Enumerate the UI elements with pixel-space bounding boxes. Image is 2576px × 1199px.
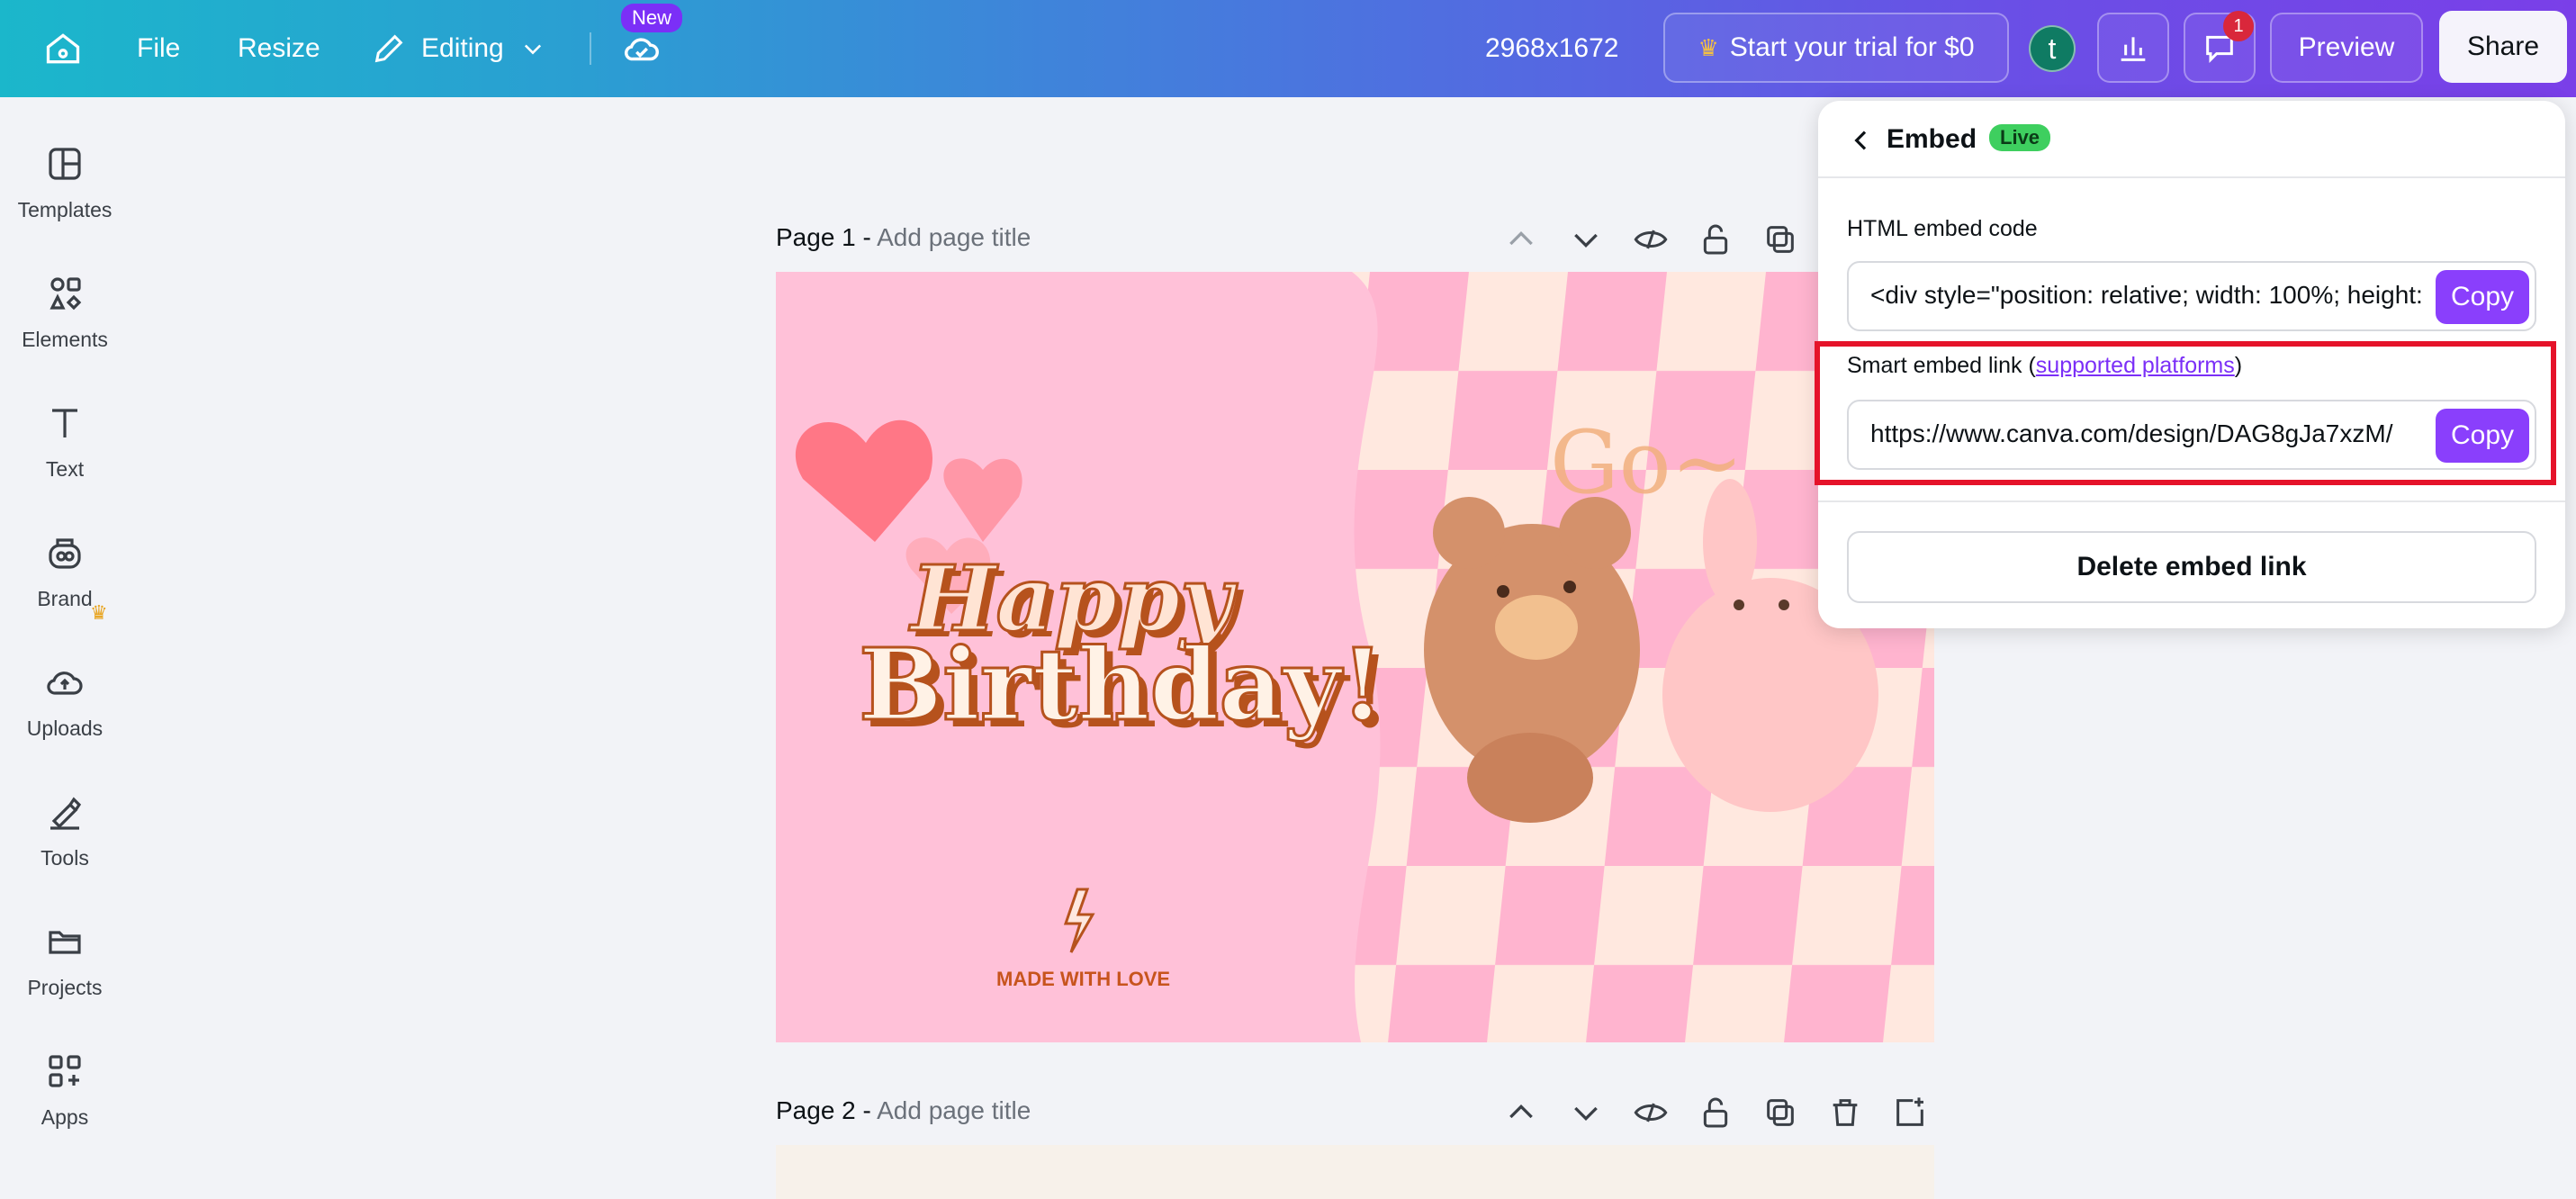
elements-icon	[50, 277, 82, 311]
sidebar-item-label: Apps	[41, 1105, 89, 1129]
birthday-text: Birthday!	[859, 627, 1384, 743]
preview-button[interactable]: Preview	[2270, 13, 2423, 83]
home-button[interactable]	[43, 0, 83, 97]
insights-button[interactable]	[2097, 13, 2169, 83]
sidebar-item-tools[interactable]: Tools	[0, 754, 130, 871]
text-icon	[52, 409, 77, 437]
back-chevron-icon[interactable]	[1847, 126, 1876, 155]
sidebar-item-label: Tools	[41, 846, 89, 870]
sidebar-item-label: Elements	[22, 328, 108, 351]
trial-label: Start your trial for $0	[1729, 32, 1975, 62]
hide-page-icon[interactable]	[1633, 1095, 1669, 1131]
new-badge: New	[621, 4, 683, 32]
sidebar: Templates Elements Text Brand ♛ Uploads …	[0, 97, 130, 1190]
tools-icon	[50, 797, 82, 830]
add-page-icon[interactable]	[1892, 1095, 1928, 1131]
divider	[1818, 500, 2565, 502]
home-icon	[46, 33, 80, 64]
duplicate-icon[interactable]	[1762, 1095, 1798, 1131]
sidebar-item-elements[interactable]: Elements	[0, 236, 130, 353]
sidebar-item-label: Templates	[17, 198, 113, 221]
copy-html-button[interactable]: Copy	[2436, 270, 2529, 324]
chevron-down-icon[interactable]	[1568, 221, 1604, 257]
trash-icon[interactable]	[1827, 1095, 1863, 1131]
lightning-icon	[1063, 888, 1095, 953]
birthday-card-artwork: Go~ Happy Happy Birthday! Birthday! MADE…	[795, 272, 1934, 1042]
templates-icon	[49, 148, 81, 180]
crown-icon: ♛	[1698, 33, 1719, 61]
page-2-canvas[interactable]	[776, 1145, 1934, 1199]
page-title-placeholder: Add page title	[877, 1096, 1031, 1124]
editing-label: Editing	[421, 33, 504, 63]
divider	[590, 32, 591, 65]
page-1-title[interactable]: Page 1 - Add page title	[776, 223, 1031, 252]
heart-shape	[795, 419, 932, 542]
delete-embed-link-button[interactable]: Delete embed link	[1847, 531, 2536, 603]
lock-icon[interactable]	[1698, 221, 1734, 257]
page-1-canvas[interactable]: Go~ Happy Happy Birthday! Birthday! MADE…	[776, 272, 1934, 1042]
editing-mode-dropdown[interactable]: Editing	[371, 0, 545, 97]
heart-shape	[943, 458, 1022, 542]
apps-icon	[49, 1055, 81, 1087]
embed-panel-header: Embed Live	[1818, 101, 2565, 178]
page-2-title[interactable]: Page 2 - Add page title	[776, 1096, 1031, 1125]
html-embed-value[interactable]: <div style="position: relative; width: 1…	[1870, 281, 2428, 310]
page-label: Page 1 -	[776, 223, 871, 251]
sidebar-item-uploads[interactable]: Uploads	[0, 625, 130, 742]
file-menu[interactable]: File	[137, 0, 180, 97]
sidebar-item-brand[interactable]: Brand	[0, 495, 130, 612]
page-label: Page 2 -	[776, 1096, 871, 1124]
sidebar-item-apps[interactable]: Apps	[0, 1014, 130, 1131]
live-badge: Live	[1989, 124, 2051, 151]
sidebar-item-projects[interactable]: Projects	[0, 884, 130, 1001]
design-dimensions: 2968x1672	[1485, 33, 1619, 63]
folder-icon	[49, 931, 81, 954]
uploads-icon	[47, 672, 83, 695]
html-embed-label: HTML embed code	[1847, 216, 2038, 241]
cloud-check-icon	[625, 38, 659, 61]
resize-button[interactable]: Resize	[238, 0, 320, 97]
chevron-up-icon[interactable]	[1503, 221, 1539, 257]
crown-icon: ♛	[90, 601, 108, 624]
brand-icon	[49, 538, 81, 569]
chevron-down-icon[interactable]	[1568, 1095, 1604, 1131]
top-bar: File Resize Editing New 2968x1672 ♛ Star…	[0, 0, 2576, 97]
share-button[interactable]: Share	[2439, 11, 2567, 83]
lock-icon[interactable]	[1698, 1095, 1734, 1131]
chevron-down-icon	[524, 44, 541, 55]
duplicate-icon[interactable]	[1762, 221, 1798, 257]
bar-chart-icon	[2121, 37, 2146, 61]
sidebar-item-text[interactable]: Text	[0, 365, 130, 482]
highlight-box	[1815, 341, 2556, 485]
html-embed-field[interactable]: <div style="position: relative; width: 1…	[1847, 261, 2536, 331]
pencil-icon	[374, 34, 403, 63]
sidebar-item-label: Uploads	[26, 717, 104, 740]
go-text: Go~	[1550, 412, 1743, 513]
start-trial-button[interactable]: ♛ Start your trial for $0	[1663, 13, 2009, 83]
hide-page-icon[interactable]	[1633, 221, 1669, 257]
sidebar-item-label: Brand	[37, 587, 93, 610]
sidebar-item-label: Projects	[27, 976, 103, 999]
embed-title: Embed	[1887, 124, 1977, 154]
chevron-up-icon[interactable]	[1503, 1095, 1539, 1131]
page-title-placeholder: Add page title	[877, 223, 1031, 251]
sidebar-item-templates[interactable]: Templates	[0, 106, 130, 223]
made-with-love-text: MADE WITH LOVE	[996, 968, 1170, 990]
sidebar-item-label: Text	[45, 457, 85, 481]
avatar[interactable]: t	[2029, 25, 2076, 72]
notification-count: 1	[2223, 11, 2254, 41]
